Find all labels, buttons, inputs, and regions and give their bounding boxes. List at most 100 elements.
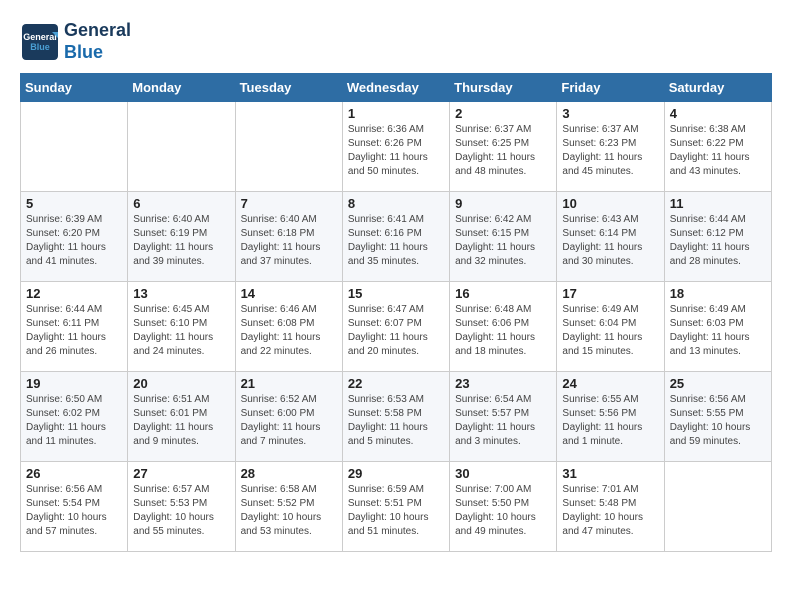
calendar-week-1: 1 Sunrise: 6:36 AM Sunset: 6:26 PM Daylig… — [21, 102, 772, 192]
calendar-cell: 22 Sunrise: 6:53 AM Sunset: 5:58 PM Dayli… — [342, 372, 449, 462]
day-number: 30 — [455, 466, 551, 481]
logo-text-blue: Blue — [64, 42, 131, 64]
calendar-cell: 31 Sunrise: 7:01 AM Sunset: 5:48 PM Dayli… — [557, 462, 664, 552]
day-info: Sunrise: 6:45 AM Sunset: 6:10 PM Dayligh… — [133, 303, 229, 359]
day-info: Sunrise: 6:49 AM Sunset: 6:03 PM Dayligh… — [670, 303, 766, 359]
day-number: 22 — [348, 376, 444, 391]
day-info: Sunrise: 6:41 AM Sunset: 6:16 PM Dayligh… — [348, 213, 444, 269]
calendar-cell: 9 Sunrise: 6:42 AM Sunset: 6:15 PM Daylig… — [450, 192, 557, 282]
day-info: Sunrise: 6:52 AM Sunset: 6:00 PM Dayligh… — [241, 393, 337, 449]
day-info: Sunrise: 6:40 AM Sunset: 6:19 PM Dayligh… — [133, 213, 229, 269]
day-number: 1 — [348, 106, 444, 121]
day-info: Sunrise: 6:56 AM Sunset: 5:54 PM Dayligh… — [26, 483, 122, 539]
calendar-cell: 19 Sunrise: 6:50 AM Sunset: 6:02 PM Dayli… — [21, 372, 128, 462]
calendar-cell: 2Sunrise: 6:37 AM Sunset: 6:25 PM Daylig… — [450, 102, 557, 192]
logo-text-general: General — [64, 20, 131, 42]
day-info: Sunrise: 6:53 AM Sunset: 5:58 PM Dayligh… — [348, 393, 444, 449]
day-number: 21 — [241, 376, 337, 391]
day-info: Sunrise: 6:37 AM Sunset: 6:23 PM Dayligh… — [562, 123, 658, 179]
day-info: Sunrise: 6:48 AM Sunset: 6:06 PM Dayligh… — [455, 303, 551, 359]
day-number: 7 — [241, 196, 337, 211]
day-info: Sunrise: 6:55 AM Sunset: 5:56 PM Dayligh… — [562, 393, 658, 449]
calendar-cell: 4Sunrise: 6:38 AM Sunset: 6:22 PM Daylig… — [664, 102, 771, 192]
calendar-cell: 13Sunrise: 6:45 AM Sunset: 6:10 PM Dayli… — [128, 282, 235, 372]
day-number: 11 — [670, 196, 766, 211]
day-number: 16 — [455, 286, 551, 301]
day-info: Sunrise: 7:01 AM Sunset: 5:48 PM Dayligh… — [562, 483, 658, 539]
calendar-cell: 29 Sunrise: 6:59 AM Sunset: 5:51 PM Dayli… — [342, 462, 449, 552]
logo-icon: General Blue — [20, 22, 60, 62]
calendar-cell: 3Sunrise: 6:37 AM Sunset: 6:23 PM Daylig… — [557, 102, 664, 192]
calendar-cell: 18Sunrise: 6:49 AM Sunset: 6:03 PM Dayli… — [664, 282, 771, 372]
calendar-week-3: 12 Sunrise: 6:44 AM Sunset: 6:11 PM Dayli… — [21, 282, 772, 372]
calendar-cell: 27 Sunrise: 6:57 AM Sunset: 5:53 PM Dayli… — [128, 462, 235, 552]
day-number: 23 — [455, 376, 551, 391]
calendar-cell: 12 Sunrise: 6:44 AM Sunset: 6:11 PM Dayli… — [21, 282, 128, 372]
col-header-friday: Friday — [557, 74, 664, 102]
logo: General Blue General Blue — [20, 20, 131, 63]
calendar-cell: 24Sunrise: 6:55 AM Sunset: 5:56 PM Dayli… — [557, 372, 664, 462]
day-info: Sunrise: 6:36 AM Sunset: 6:26 PM Dayligh… — [348, 123, 444, 179]
calendar-cell — [235, 102, 342, 192]
calendar-cell: 11 Sunrise: 6:44 AM Sunset: 6:12 PM Dayli… — [664, 192, 771, 282]
calendar-cell: 17Sunrise: 6:49 AM Sunset: 6:04 PM Dayli… — [557, 282, 664, 372]
col-header-wednesday: Wednesday — [342, 74, 449, 102]
day-info: Sunrise: 6:44 AM Sunset: 6:12 PM Dayligh… — [670, 213, 766, 269]
svg-text:General: General — [23, 32, 57, 42]
day-number: 4 — [670, 106, 766, 121]
day-number: 31 — [562, 466, 658, 481]
calendar-cell: 10 Sunrise: 6:43 AM Sunset: 6:14 PM Dayli… — [557, 192, 664, 282]
day-info: Sunrise: 6:51 AM Sunset: 6:01 PM Dayligh… — [133, 393, 229, 449]
calendar-cell: 1 Sunrise: 6:36 AM Sunset: 6:26 PM Daylig… — [342, 102, 449, 192]
col-header-tuesday: Tuesday — [235, 74, 342, 102]
day-info: Sunrise: 6:42 AM Sunset: 6:15 PM Dayligh… — [455, 213, 551, 269]
day-number: 6 — [133, 196, 229, 211]
day-info: Sunrise: 6:57 AM Sunset: 5:53 PM Dayligh… — [133, 483, 229, 539]
col-header-sunday: Sunday — [21, 74, 128, 102]
calendar-table: SundayMondayTuesdayWednesdayThursdayFrid… — [20, 73, 772, 552]
calendar-cell: 28 Sunrise: 6:58 AM Sunset: 5:52 PM Dayli… — [235, 462, 342, 552]
day-info: Sunrise: 6:58 AM Sunset: 5:52 PM Dayligh… — [241, 483, 337, 539]
day-number: 8 — [348, 196, 444, 211]
page-header: General Blue General Blue — [20, 20, 772, 63]
day-number: 25 — [670, 376, 766, 391]
day-info: Sunrise: 7:00 AM Sunset: 5:50 PM Dayligh… — [455, 483, 551, 539]
day-info: Sunrise: 6:44 AM Sunset: 6:11 PM Dayligh… — [26, 303, 122, 359]
calendar-cell: 7Sunrise: 6:40 AM Sunset: 6:18 PM Daylig… — [235, 192, 342, 282]
day-info: Sunrise: 6:56 AM Sunset: 5:55 PM Dayligh… — [670, 393, 766, 449]
calendar-cell: 26 Sunrise: 6:56 AM Sunset: 5:54 PM Dayli… — [21, 462, 128, 552]
day-number: 2 — [455, 106, 551, 121]
calendar-cell: 5Sunrise: 6:39 AM Sunset: 6:20 PM Daylig… — [21, 192, 128, 282]
calendar-cell: 6 Sunrise: 6:40 AM Sunset: 6:19 PM Daylig… — [128, 192, 235, 282]
calendar-cell: 14Sunrise: 6:46 AM Sunset: 6:08 PM Dayli… — [235, 282, 342, 372]
calendar-week-2: 5Sunrise: 6:39 AM Sunset: 6:20 PM Daylig… — [21, 192, 772, 282]
day-number: 20 — [133, 376, 229, 391]
day-number: 27 — [133, 466, 229, 481]
calendar-cell: 16 Sunrise: 6:48 AM Sunset: 6:06 PM Dayli… — [450, 282, 557, 372]
calendar-cell: 30 Sunrise: 7:00 AM Sunset: 5:50 PM Dayli… — [450, 462, 557, 552]
day-number: 17 — [562, 286, 658, 301]
day-info: Sunrise: 6:59 AM Sunset: 5:51 PM Dayligh… — [348, 483, 444, 539]
day-number: 28 — [241, 466, 337, 481]
day-info: Sunrise: 6:39 AM Sunset: 6:20 PM Dayligh… — [26, 213, 122, 269]
calendar-header-row: SundayMondayTuesdayWednesdayThursdayFrid… — [21, 74, 772, 102]
day-info: Sunrise: 6:54 AM Sunset: 5:57 PM Dayligh… — [455, 393, 551, 449]
calendar-cell — [21, 102, 128, 192]
calendar-cell: 8 Sunrise: 6:41 AM Sunset: 6:16 PM Daylig… — [342, 192, 449, 282]
day-number: 9 — [455, 196, 551, 211]
calendar-cell — [664, 462, 771, 552]
day-number: 12 — [26, 286, 122, 301]
calendar-cell: 23 Sunrise: 6:54 AM Sunset: 5:57 PM Dayli… — [450, 372, 557, 462]
day-number: 10 — [562, 196, 658, 211]
col-header-saturday: Saturday — [664, 74, 771, 102]
col-header-monday: Monday — [128, 74, 235, 102]
day-number: 26 — [26, 466, 122, 481]
calendar-cell — [128, 102, 235, 192]
day-info: Sunrise: 6:43 AM Sunset: 6:14 PM Dayligh… — [562, 213, 658, 269]
day-number: 29 — [348, 466, 444, 481]
calendar-cell: 25 Sunrise: 6:56 AM Sunset: 5:55 PM Dayli… — [664, 372, 771, 462]
calendar-week-4: 19 Sunrise: 6:50 AM Sunset: 6:02 PM Dayli… — [21, 372, 772, 462]
day-info: Sunrise: 6:50 AM Sunset: 6:02 PM Dayligh… — [26, 393, 122, 449]
calendar-week-5: 26 Sunrise: 6:56 AM Sunset: 5:54 PM Dayli… — [21, 462, 772, 552]
day-number: 19 — [26, 376, 122, 391]
